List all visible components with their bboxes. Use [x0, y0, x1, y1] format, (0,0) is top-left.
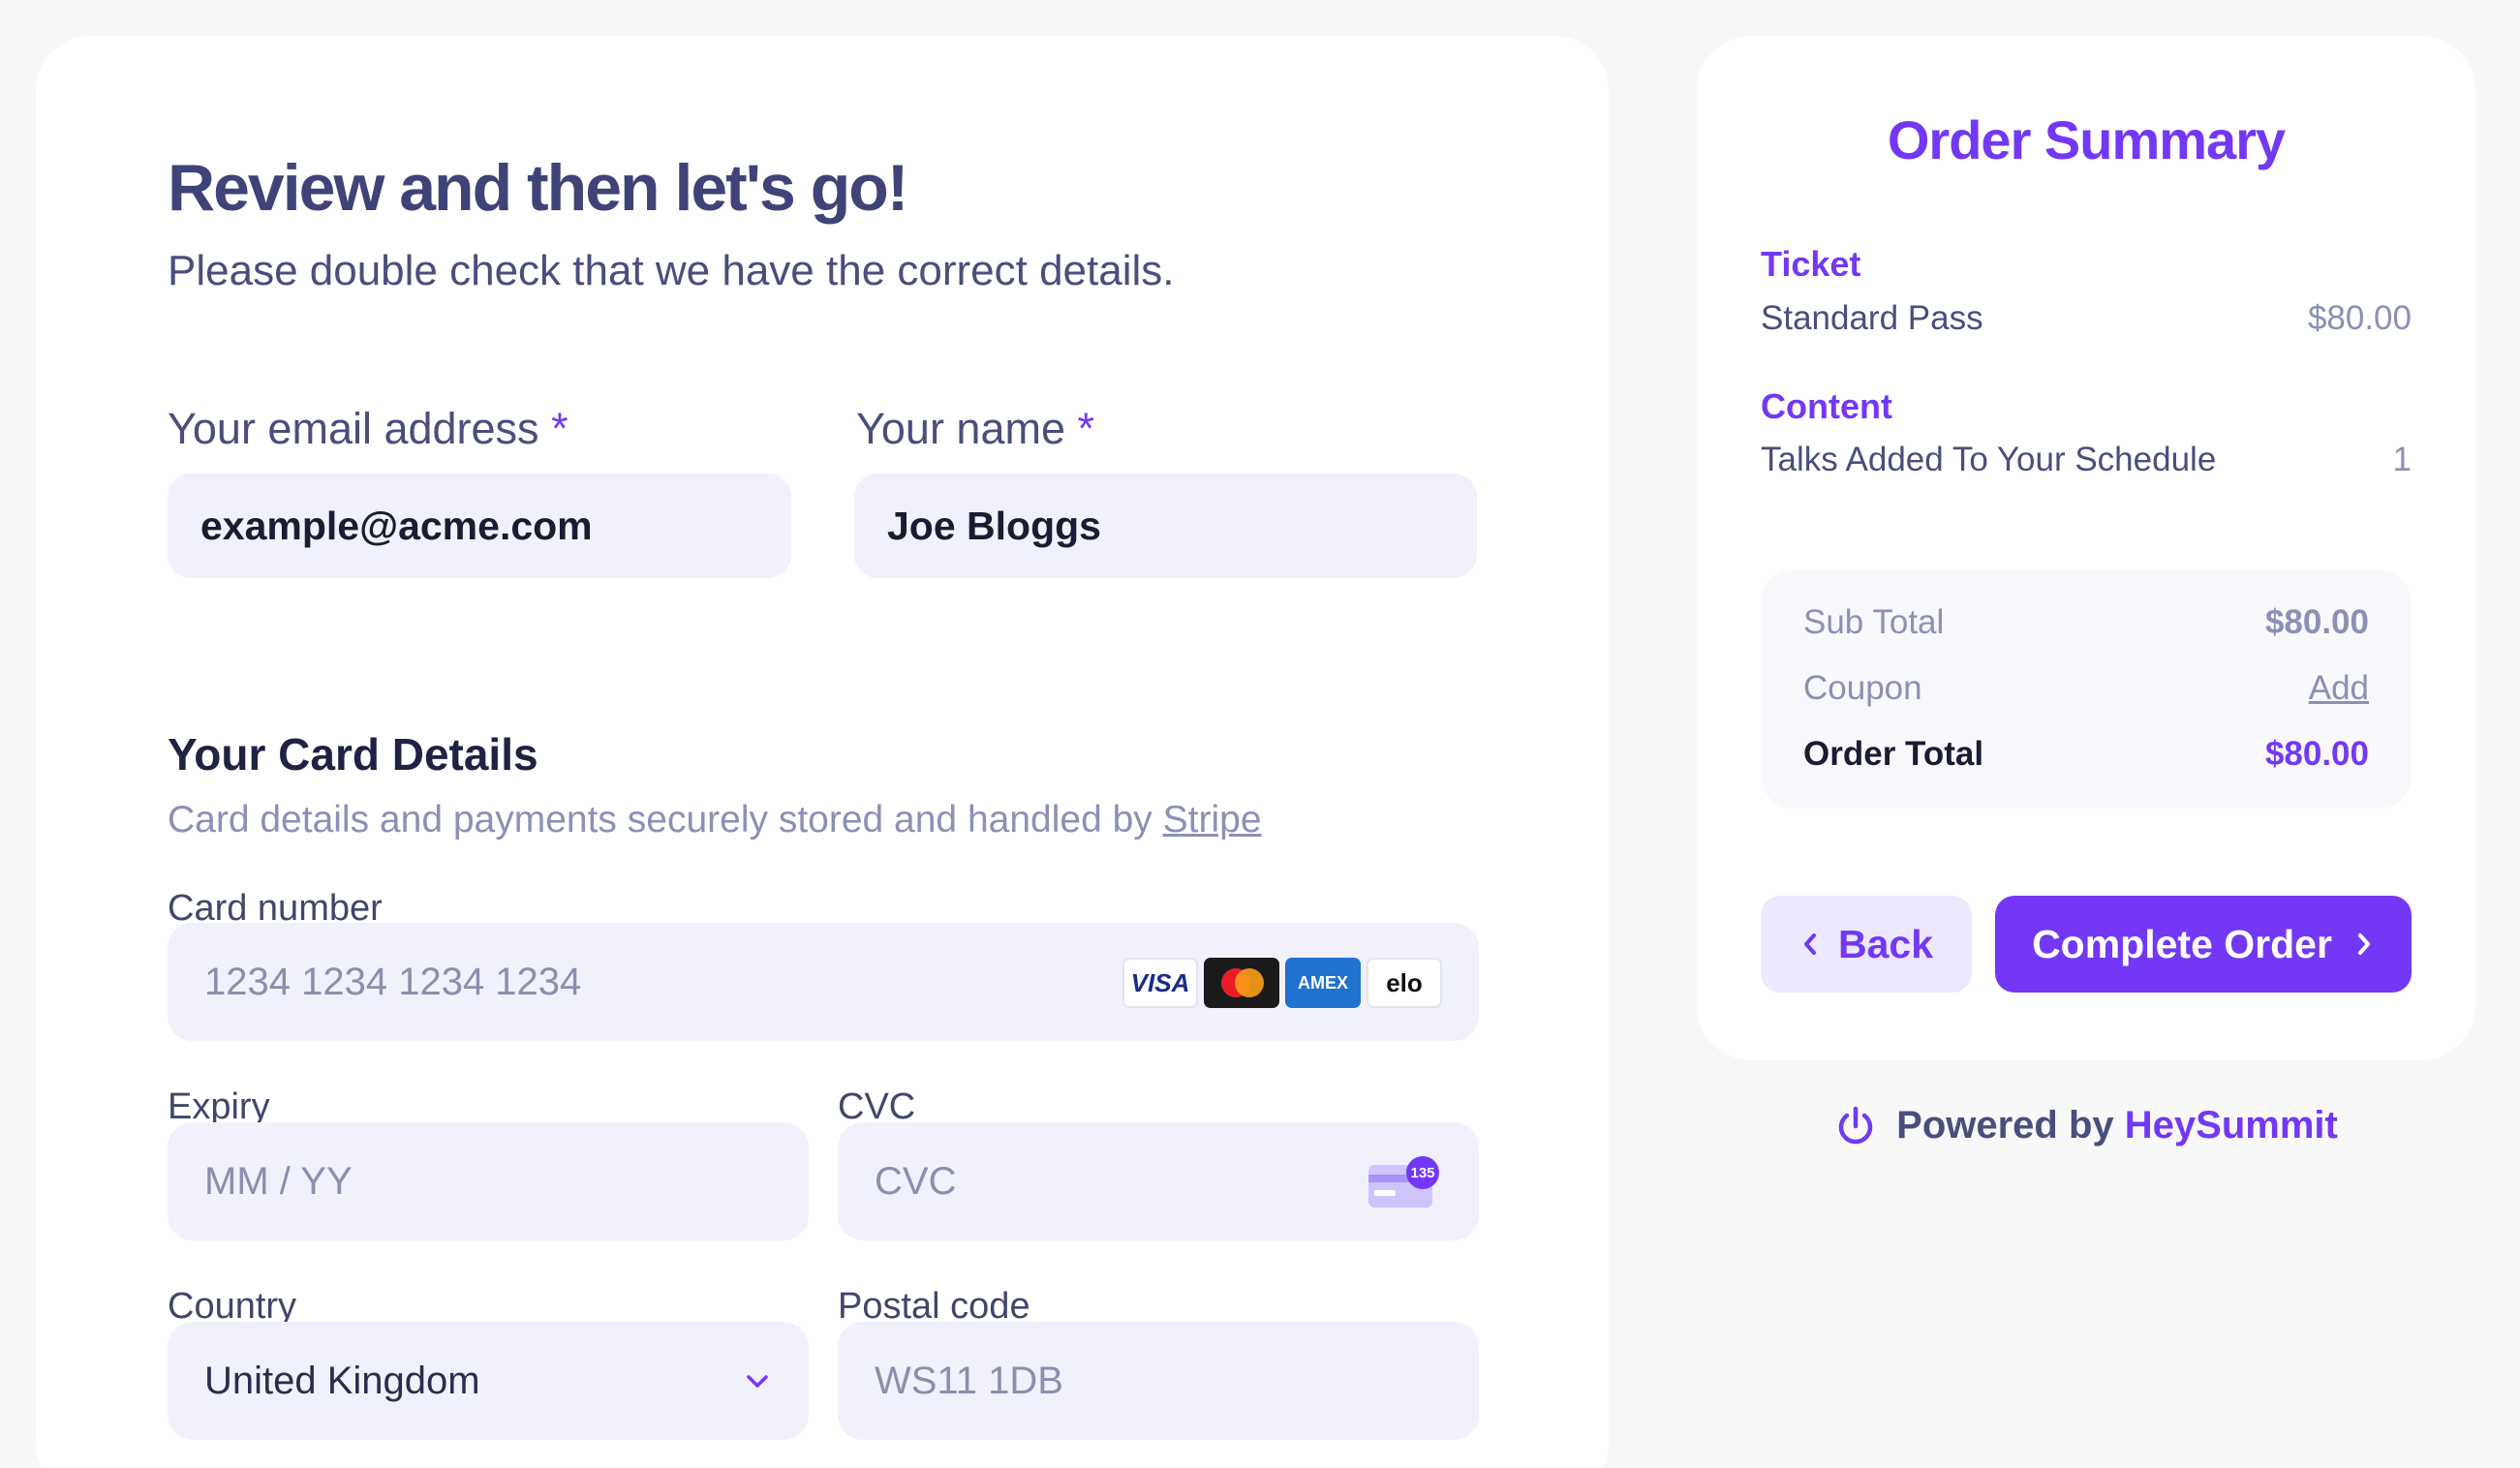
details-card: Review and then let's go! Please double …	[36, 36, 1609, 1468]
powered-prefix: Powered by	[1896, 1104, 2114, 1147]
order-total-row: Order Total $80.00	[1803, 735, 2369, 774]
chevron-right-icon	[2357, 933, 2370, 955]
coupon-label: Coupon	[1803, 669, 1922, 707]
complete-order-button[interactable]: Complete Order	[1995, 896, 2412, 993]
cvc-card-icon: 135	[1368, 1156, 1439, 1208]
name-label: Your name *	[856, 404, 1094, 454]
email-field[interactable]: example@acme.com	[168, 474, 791, 578]
chevron-down-icon	[747, 1375, 768, 1388]
postal-code-input[interactable]: WS11 1DB	[838, 1322, 1479, 1440]
subtotal-value: $80.00	[2264, 603, 2369, 641]
order-total-value: $80.00	[2264, 735, 2369, 773]
name-label-text: Your name	[856, 404, 1065, 453]
expiry-input[interactable]: MM / YY	[168, 1122, 809, 1240]
country-select[interactable]: United Kingdom	[168, 1322, 809, 1440]
coupon-row: Coupon Add	[1803, 669, 2369, 708]
checkout-page: Review and then let's go! Please double …	[0, 0, 2520, 1468]
cvc-input[interactable]: CVC 135	[838, 1122, 1479, 1240]
power-icon	[1838, 1106, 1873, 1144]
complete-order-label: Complete Order	[2032, 921, 2332, 966]
card-details-subtitle: Card details and payments securely store…	[168, 799, 1262, 841]
ticket-price: $80.00	[2307, 299, 2412, 337]
card-brand-icons: VISA AMEX elo	[1122, 958, 1442, 1008]
page-title: Review and then let's go!	[168, 151, 908, 225]
ticket-heading: Ticket	[1761, 244, 1861, 284]
heysummit-link[interactable]: HeySummit	[2125, 1104, 2338, 1147]
powered-by-text: Powered by HeySummit	[1896, 1104, 2338, 1147]
cvc-placeholder: CVC	[875, 1159, 957, 1203]
email-value: example@acme.com	[200, 503, 593, 548]
content-count: 1	[2392, 441, 2412, 478]
amex-icon: AMEX	[1285, 958, 1361, 1008]
ticket-line: Standard Pass $80.00	[1761, 299, 2412, 338]
email-label-text: Your email address	[168, 404, 539, 453]
mastercard-icon	[1204, 958, 1279, 1008]
cvc-badge-text: 135	[1410, 1165, 1434, 1181]
page-subtitle: Please double check that we have the cor…	[168, 247, 1175, 294]
chevron-left-icon	[1803, 933, 1816, 955]
content-line: Talks Added To Your Schedule 1	[1761, 441, 2412, 479]
card-number-input[interactable]: 1234 1234 1234 1234 VISA AMEX elo	[168, 923, 1479, 1041]
email-label: Your email address *	[168, 404, 569, 454]
country-value: United Kingdom	[204, 1359, 480, 1402]
card-details-title: Your Card Details	[168, 729, 538, 780]
visa-icon: VISA	[1122, 958, 1198, 1008]
ticket-item: Standard Pass	[1761, 299, 1983, 337]
powered-by: Powered by HeySummit	[1697, 1104, 2475, 1147]
required-marker: *	[551, 404, 569, 453]
order-total-label: Order Total	[1803, 735, 1984, 773]
subtotal-label: Sub Total	[1803, 603, 1945, 641]
content-heading: Content	[1761, 386, 1892, 426]
totals-box: Sub Total $80.00 Coupon Add Order Total …	[1761, 570, 2412, 809]
back-button[interactable]: Back	[1761, 896, 1972, 993]
required-marker: *	[1077, 404, 1095, 453]
expiry-placeholder: MM / YY	[204, 1159, 353, 1203]
content-item: Talks Added To Your Schedule	[1761, 441, 2217, 478]
card-details-subtitle-text: Card details and payments securely store…	[168, 799, 1152, 841]
postal-placeholder: WS11 1DB	[875, 1359, 1063, 1402]
order-summary-title: Order Summary	[1887, 109, 2286, 170]
back-label: Back	[1837, 921, 1933, 966]
add-coupon-link[interactable]: Add	[2309, 669, 2369, 708]
stripe-link[interactable]: Stripe	[1163, 799, 1262, 841]
order-summary-card: Order Summary Ticket Standard Pass $80.0…	[1697, 36, 2475, 1060]
name-field[interactable]: Joe Bloggs	[854, 474, 1477, 578]
elo-icon: elo	[1367, 958, 1442, 1008]
card-number-placeholder: 1234 1234 1234 1234	[204, 960, 582, 1003]
subtotal-row: Sub Total $80.00	[1803, 603, 2369, 642]
name-value: Joe Bloggs	[887, 503, 1101, 548]
